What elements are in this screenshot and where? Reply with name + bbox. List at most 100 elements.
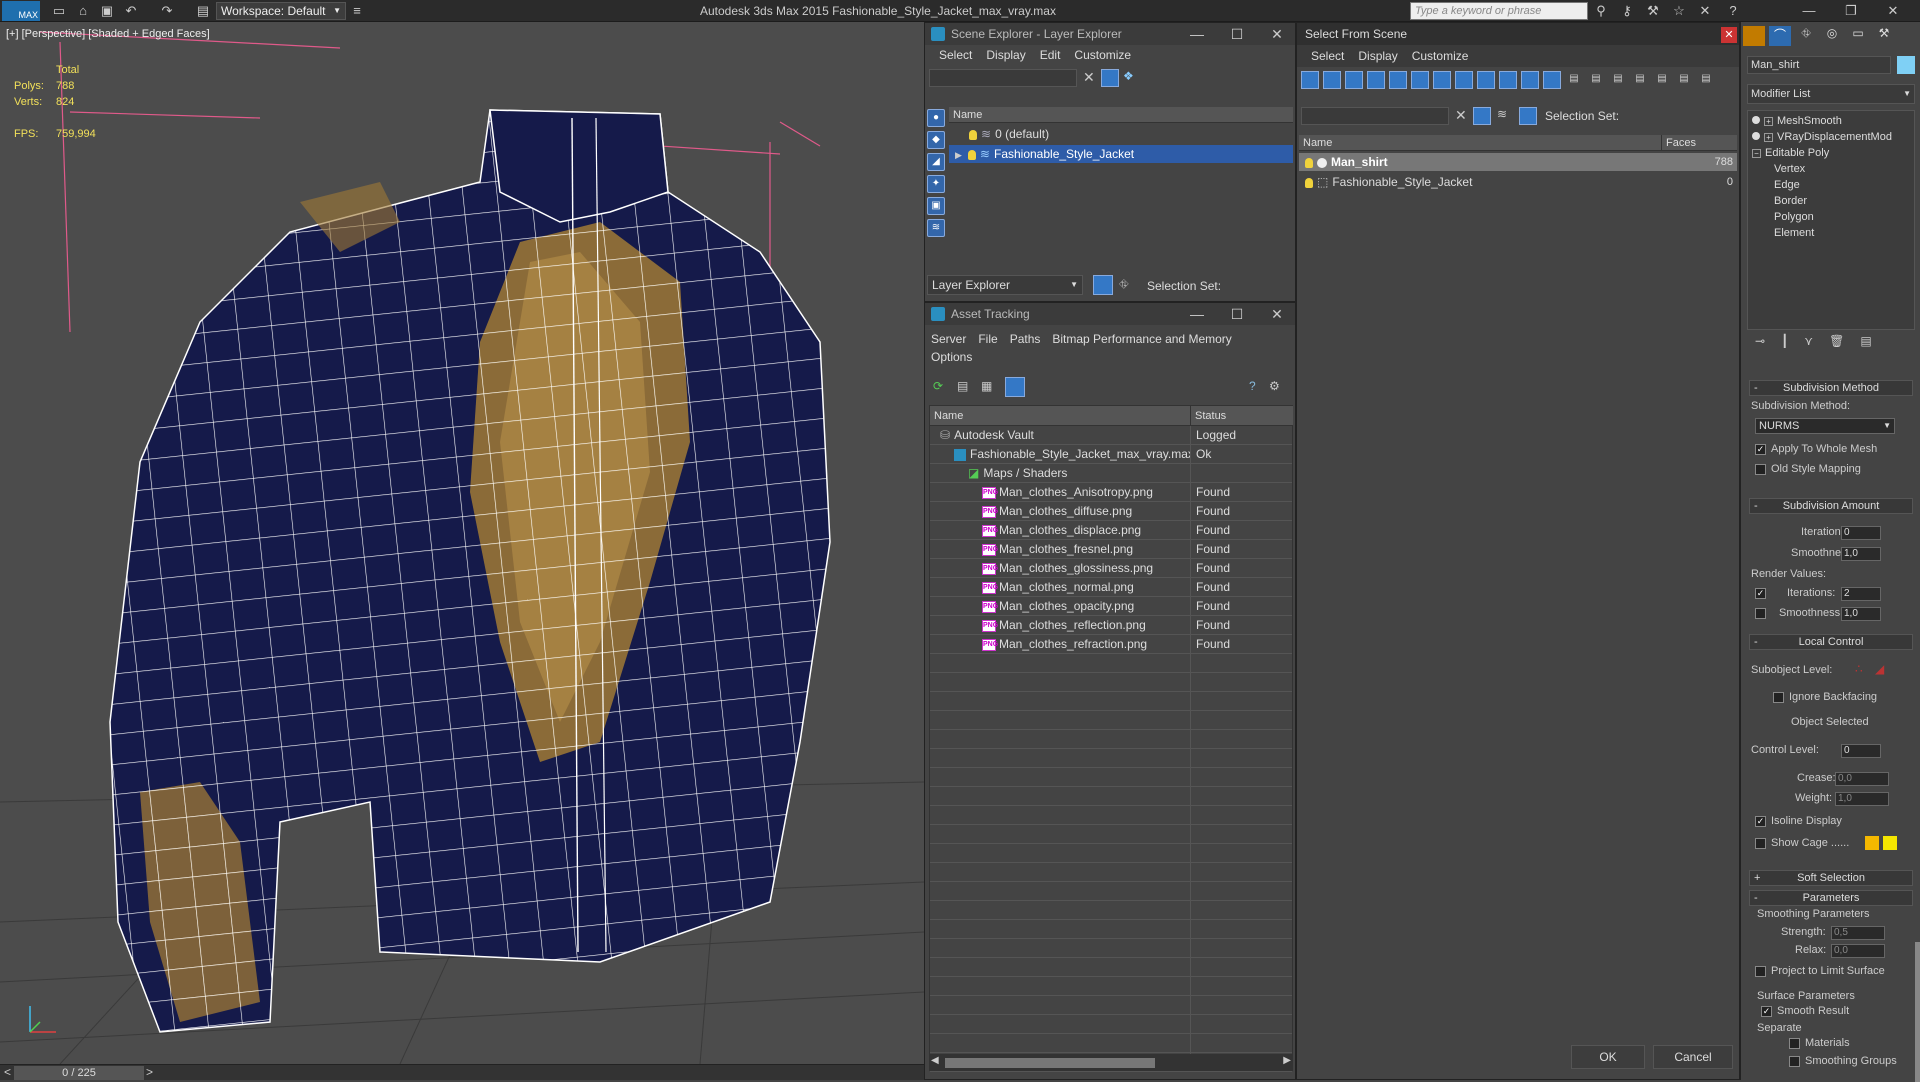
project-folder-icon[interactable]: ▤ (194, 3, 212, 19)
modifier-stack-item[interactable]: Vertex (1774, 161, 1805, 177)
menu-server[interactable]: Server (931, 329, 966, 349)
horizontal-scrollbar[interactable]: ◀ ▶ (929, 1055, 1293, 1071)
column-header-status[interactable]: Status (1190, 406, 1293, 426)
smooth-result-checkbox[interactable]: ✓ (1761, 1006, 1772, 1017)
subdivision-method-dropdown[interactable]: NURMS ▼ (1755, 418, 1895, 434)
asset-row[interactable]: PNGMan_clothes_Anisotropy.png (930, 483, 1190, 502)
render-smoothness-checkbox[interactable] (1755, 608, 1766, 619)
iterations-spinner[interactable]: 0 (1841, 526, 1881, 540)
display-lights-icon[interactable]: ✦ (927, 175, 945, 193)
display-all-icon[interactable]: ▤ (1565, 71, 1583, 89)
scroll-right-icon[interactable]: ▶ (1283, 1055, 1291, 1066)
motion-tab-icon[interactable]: ◎ (1821, 26, 1843, 46)
hierarchy-icon[interactable] (1519, 107, 1537, 125)
perspective-viewport[interactable]: [+] [Perspective] [Shaded + Edged Faces]… (0, 22, 924, 1064)
materials-checkbox[interactable] (1789, 1038, 1800, 1049)
configure-sets-icon[interactable]: ▤ (1860, 334, 1871, 354)
modifier-toggle-icon[interactable] (1752, 116, 1760, 124)
lightbulb-icon[interactable] (1305, 177, 1313, 188)
asset-row[interactable]: PNGMan_clothes_displace.png (930, 521, 1190, 540)
display-none-icon[interactable]: ▤ (1587, 71, 1605, 89)
create-tab-icon[interactable] (1743, 26, 1765, 46)
modifier-stack-item[interactable]: + MeshSmooth (1752, 113, 1842, 129)
control-level-spinner[interactable]: 0 (1841, 744, 1881, 758)
subscription-icon[interactable]: ⚒ (1644, 3, 1662, 19)
maximize-icon[interactable]: ☐ (1217, 303, 1257, 325)
layers-icon[interactable]: ≋ (1497, 107, 1507, 121)
image-view-icon[interactable]: ▦ (981, 379, 992, 393)
time-prev-button[interactable]: < (4, 1065, 11, 1079)
edge-subobject-icon[interactable]: ◢ (1875, 662, 1884, 676)
object-name-field[interactable]: Man_shirt (1747, 56, 1891, 74)
expand-icon[interactable]: + (1764, 117, 1773, 126)
display-lights-icon[interactable] (1345, 71, 1363, 89)
vertex-subobject-icon[interactable]: ∴ (1855, 662, 1863, 676)
display-groups-icon[interactable] (1433, 71, 1451, 89)
maximize-icon[interactable]: ❐ (1842, 3, 1860, 19)
layer-explorer-dropdown[interactable]: Layer Explorer ▼ (927, 275, 1083, 295)
collapse-icon[interactable]: − (1752, 149, 1761, 158)
asset-row[interactable]: PNGMan_clothes_refraction.png (930, 635, 1190, 654)
menu-display[interactable]: Display (1358, 45, 1397, 67)
isoline-display-checkbox[interactable]: ✓ (1755, 816, 1766, 827)
minimize-icon[interactable]: — (1800, 3, 1818, 19)
display-xrefs-icon[interactable] (1455, 71, 1473, 89)
asset-row[interactable]: PNGMan_clothes_glossiness.png (930, 559, 1190, 578)
ignore-backfacing-checkbox[interactable] (1773, 692, 1784, 703)
cancel-button[interactable]: Cancel (1653, 1045, 1733, 1069)
display-objects-icon[interactable]: ● (927, 109, 945, 127)
smoothness-spinner[interactable]: 1,0 (1841, 547, 1881, 561)
select-from-scene-title[interactable]: Select From Scene (1297, 23, 1739, 45)
rollout-soft-selection[interactable]: + Soft Selection (1749, 870, 1913, 886)
clear-search-icon[interactable]: ✕ (1455, 107, 1467, 124)
modifier-stack-item[interactable]: + VRayDisplacementMod (1752, 129, 1892, 145)
remove-modifier-icon[interactable]: 🗑 (1829, 334, 1844, 354)
layer-row-jacket[interactable]: ▶ ≋ Fashionable_Style_Jacket (949, 145, 1293, 163)
display-tab-icon[interactable]: ▭ (1847, 26, 1869, 46)
cage-color-swatch-2[interactable] (1883, 836, 1897, 850)
lightbulb-icon[interactable] (969, 129, 977, 140)
invert-display-icon[interactable]: ▤ (1609, 71, 1627, 89)
column-header-name[interactable]: Name (1299, 135, 1661, 151)
configure-columns-icon[interactable]: ▤ (1675, 71, 1693, 89)
expand-icon[interactable]: + (1764, 133, 1773, 142)
modifier-stack-item[interactable]: Polygon (1774, 209, 1814, 225)
search-input[interactable]: Type a keyword or phrase (1410, 2, 1588, 20)
lightbulb-icon[interactable] (1305, 157, 1313, 168)
layer-options-icon[interactable]: ❖ (1123, 69, 1134, 83)
time-slider[interactable]: 0 / 225 (14, 1066, 144, 1080)
save-icon[interactable]: ▣ (98, 3, 116, 19)
modifier-stack-item[interactable]: Edge (1774, 177, 1800, 193)
minimize-icon[interactable]: — (1177, 303, 1217, 325)
lightbulb-icon[interactable] (967, 149, 976, 160)
column-header-name[interactable]: Name (949, 107, 1293, 123)
column-header-name[interactable]: Name (930, 406, 1190, 426)
asset-row[interactable]: PNGMan_clothes_diffuse.png (930, 502, 1190, 521)
asset-row[interactable]: PNGMan_clothes_reflection.png (930, 616, 1190, 635)
clear-search-icon[interactable]: ✕ (1083, 69, 1095, 86)
modifier-toggle-icon[interactable] (1752, 132, 1760, 140)
close-icon[interactable]: ✕ (1257, 303, 1297, 325)
menu-customize[interactable]: Customize (1074, 45, 1131, 65)
exchange-icon[interactable]: ✕ (1696, 3, 1714, 19)
layer-row-default[interactable]: ≋ 0 (default) (949, 125, 1293, 143)
project-limit-surface-checkbox[interactable] (1755, 966, 1766, 977)
asset-row[interactable]: Fashionable_Style_Jacket_max_vray.max (930, 445, 1190, 464)
display-helpers-icon[interactable] (1389, 71, 1407, 89)
settings-icon[interactable]: ⚙ (1269, 379, 1280, 393)
menu-select[interactable]: Select (939, 45, 972, 65)
filter-options-icon[interactable]: ▤ (1653, 71, 1671, 89)
select-search-input[interactable] (1301, 107, 1449, 125)
command-panel-scrollbar[interactable] (1915, 942, 1920, 1082)
time-next-button[interactable]: > (146, 1065, 153, 1079)
sync-selection-icon[interactable]: ▤ (1631, 71, 1649, 89)
display-containers-icon[interactable] (1499, 71, 1517, 89)
menu-paths[interactable]: Paths (1010, 329, 1041, 349)
make-unique-icon[interactable]: ⋎ (1804, 334, 1813, 354)
object-row-jacket[interactable]: ⬚ Fashionable_Style_Jacket 0 (1299, 173, 1737, 191)
hierarchy-tab-icon[interactable]: ⛗ (1795, 26, 1817, 46)
menu-options[interactable]: Options (931, 347, 972, 367)
rollout-parameters[interactable]: - Parameters (1749, 890, 1913, 906)
modify-tab-icon[interactable]: ⌒ (1769, 26, 1791, 46)
close-icon[interactable]: ✕ (1257, 23, 1297, 45)
